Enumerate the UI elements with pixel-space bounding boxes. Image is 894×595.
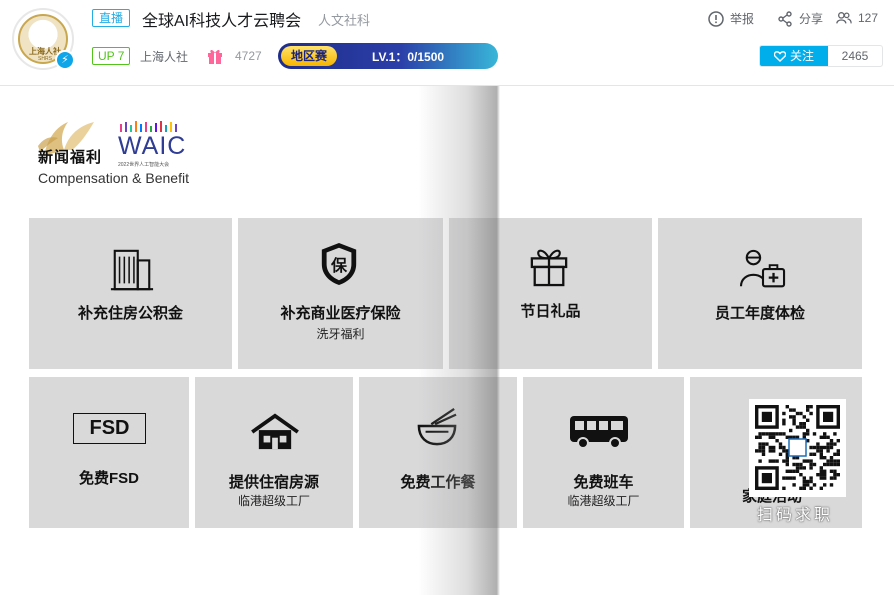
benefit-title: 免费班车	[573, 474, 634, 491]
benefit-title: 补充住房公积金	[77, 305, 183, 322]
rank-level: LV.1：0/1500	[372, 50, 445, 64]
benefit-title: 免费工作餐	[400, 474, 476, 491]
benefit-card-holiday-gift: 节日礼品	[449, 218, 652, 369]
live-tag: 直播	[92, 9, 131, 27]
fsd-box: FSD	[73, 413, 146, 444]
noodle-bowl-icon	[417, 407, 457, 446]
follow-group: 关注 2465	[759, 45, 883, 67]
benefit-card-fsd: FSD 免费FSD	[29, 377, 189, 528]
benefit-title: 提供住宿房源	[228, 474, 319, 491]
area-link[interactable]: 人文社科	[318, 10, 370, 29]
heart-icon	[773, 50, 786, 62]
share-icon	[778, 10, 792, 27]
waic-logo: WAIC 2022世界人工智能大会	[118, 120, 185, 168]
benefit-title: 节日礼品	[520, 303, 581, 320]
doctor-icon	[739, 249, 786, 288]
benefit-card-housing: 提供住宿房源 临港超级工厂	[195, 377, 353, 528]
qr-caption: 扫码求职	[757, 507, 834, 524]
fsd-box-label: FSD	[89, 417, 130, 439]
waic-caption: 2022世界人工智能大会	[118, 162, 170, 168]
qr-code-icon[interactable]	[749, 399, 846, 497]
benefit-title: 补充商业医疗保险	[280, 305, 401, 322]
benefit-card-medical-insurance: 保 补充商业医疗保险 洗牙福利	[238, 218, 443, 369]
shield-label: 保	[330, 258, 347, 275]
benefit-card-meal: 免费工作餐	[359, 377, 517, 528]
warning-icon	[708, 10, 724, 27]
up-level-badge: UP 7	[92, 47, 131, 65]
gift-box-icon	[530, 249, 568, 287]
report-button[interactable]: 举报	[708, 10, 754, 27]
bus-icon	[570, 416, 628, 449]
building-icon	[110, 249, 154, 291]
benefit-title: 员工年度体检	[714, 305, 805, 322]
benefit-card-health-checkup: 员工年度体检	[658, 218, 862, 369]
share-label: 分享	[799, 12, 824, 26]
benefit-subtitle: 临港超级工厂	[237, 494, 310, 508]
house-icon	[251, 413, 299, 450]
lightning-icon: ⚡	[55, 50, 75, 70]
benefit-card-housing-fund: 补充住房公积金	[29, 218, 232, 369]
viewer-count-label: 127	[858, 11, 879, 25]
follower-count: 2465	[841, 49, 869, 63]
gift-count: 4727	[235, 49, 262, 63]
benefit-title: 免费FSD	[78, 470, 139, 487]
section-subtitle: Compensation & Benefit	[38, 170, 189, 186]
users-icon	[836, 12, 852, 24]
room-header: 上海人社 SHRS ⚡ 直播 全球AI科技人才云聘会 人文社科 UP 7 上海人…	[0, 0, 894, 86]
gift-icon[interactable]	[206, 47, 224, 65]
rank-bar[interactable]: 地区赛 LV.1：0/1500	[278, 43, 498, 69]
benefit-subtitle: 洗牙福利	[316, 327, 365, 341]
benefit-subtitle: 临港超级工厂	[567, 494, 640, 508]
viewer-count[interactable]: 127	[836, 10, 878, 26]
report-label: 举报	[730, 12, 755, 26]
room-title: 全球AI科技人才云聘会	[142, 13, 302, 30]
up-name-link[interactable]: 上海人社	[140, 48, 188, 65]
follow-label: 关注	[789, 49, 814, 63]
section-title: 新闻福利	[38, 149, 103, 166]
video-player[interactable]: WAIC 2022世界人工智能大会 新闻福利 Compensation & Be…	[0, 86, 894, 595]
share-button[interactable]: 分享	[777, 10, 823, 27]
waic-wordmark: WAIC	[118, 132, 187, 160]
rank-label: 地区赛	[281, 46, 337, 66]
follow-button[interactable]: 关注	[760, 46, 828, 66]
benefit-card-shuttle: 免费班车 临港超级工厂	[523, 377, 684, 528]
